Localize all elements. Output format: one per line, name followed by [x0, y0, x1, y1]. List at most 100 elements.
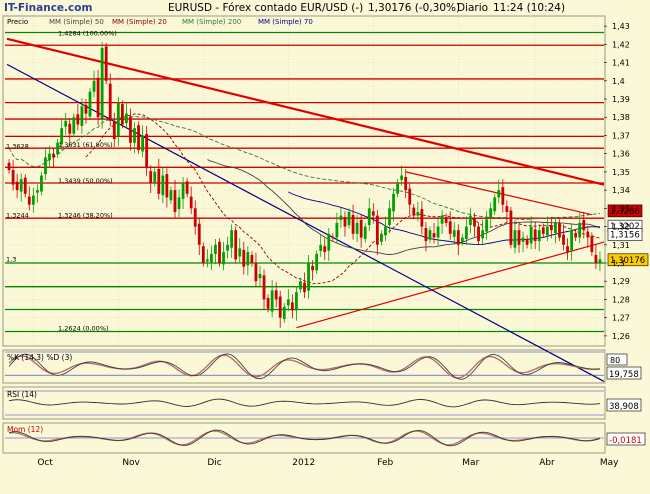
candle-body: [173, 190, 177, 212]
candle-body: [513, 230, 517, 248]
candle-body: [549, 225, 553, 231]
candle-body: [319, 244, 323, 251]
candle-body: [505, 206, 509, 212]
x-tick-label: Nov: [122, 458, 140, 468]
candle-body: [594, 254, 598, 263]
candle-body: [149, 171, 153, 183]
candle-body: [331, 236, 335, 238]
candle-body: [477, 226, 480, 242]
candle-body: [404, 176, 408, 191]
candle-body: [274, 290, 278, 300]
candle-body: [104, 46, 108, 81]
candle-body: [327, 233, 331, 251]
candle-body: [238, 248, 242, 257]
candle-body: [7, 162, 11, 171]
candle-body: [96, 77, 100, 118]
brand-logo: IT-Finance.com: [4, 2, 92, 14]
candle-body: [315, 253, 319, 271]
candle-body: [307, 263, 310, 291]
candle-body: [452, 230, 456, 237]
candle-body: [100, 47, 104, 119]
candle-body: [286, 299, 290, 306]
candle-body: [262, 275, 266, 300]
candle-body: [590, 236, 594, 253]
candle-body: [566, 246, 569, 253]
x-tick-label: 2012: [292, 458, 315, 468]
candle-body: [92, 80, 96, 92]
candle-body: [137, 125, 140, 151]
x-tick-label: Feb: [377, 458, 393, 468]
candle-body: [456, 230, 460, 245]
candle-body: [509, 210, 513, 245]
y-tick-label: 1,31: [612, 241, 630, 250]
candle-body: [218, 241, 221, 263]
y-tick-label: 1,33: [612, 204, 630, 213]
chart-window: 1,4284 (100,00%) 1,3631 (61,80%) 1,3439 (5…: [0, 0, 650, 490]
candle-body: [165, 174, 169, 198]
candle-body: [578, 222, 582, 238]
candle-body: [116, 102, 120, 137]
candle-body: [533, 229, 537, 242]
candle-body: [193, 208, 197, 227]
stoch-value: 19,758: [609, 370, 639, 380]
y-tick-label: 1,29: [612, 277, 630, 286]
candle-body: [537, 230, 541, 242]
candle-body: [242, 249, 246, 267]
candle-body: [40, 175, 43, 192]
price-marker: 1,3156: [610, 231, 640, 241]
candle-body: [355, 222, 359, 234]
y-tick-label: 1,36: [612, 150, 630, 159]
candle-body: [497, 190, 501, 198]
candle-body: [169, 190, 173, 201]
candle-body: [299, 281, 302, 290]
candle-body: [521, 237, 525, 242]
candle-body: [598, 259, 602, 263]
candle-body: [388, 208, 391, 226]
level-label: 1,3: [6, 255, 16, 263]
candle-body: [15, 181, 19, 191]
y-tick-label: 1,38: [612, 113, 630, 122]
y-tick-label: 1,43: [612, 22, 630, 31]
candle-body: [384, 226, 387, 236]
candle-body: [246, 252, 250, 266]
candle-body: [375, 215, 379, 245]
candle-body: [189, 196, 193, 209]
fib-label: 1,4284 (100,00%): [58, 29, 117, 37]
timestamp: 11:24 (10:24): [493, 2, 565, 14]
candle-body: [145, 133, 149, 169]
candle-body: [444, 217, 448, 223]
mom-label: Mom (12): [7, 425, 43, 434]
y-tick-label: 1,4: [612, 77, 625, 86]
rsi-value: 38,908: [609, 402, 639, 412]
y-tick-label: 1,3: [612, 259, 625, 268]
candle-body: [112, 120, 116, 140]
y-tick-label: 1,42: [612, 40, 630, 49]
candle-body: [481, 230, 484, 239]
candle-body: [210, 253, 213, 263]
candle-body: [416, 211, 420, 216]
candle-body: [185, 181, 189, 194]
candle-body: [197, 223, 201, 245]
candle-body: [400, 175, 404, 180]
candle-body: [469, 215, 472, 226]
legend-ma70: MM (Simple) 70: [258, 18, 313, 26]
last-price: 1,30176 (-0,30%): [368, 2, 460, 14]
candle-body: [440, 215, 444, 224]
candle-body: [460, 237, 464, 242]
candle-body: [282, 306, 286, 320]
x-tick-label: May: [600, 458, 619, 468]
y-tick-label: 1,27: [612, 314, 630, 323]
chart-title: EURUSD - Fórex contado EUR/USD (-): [168, 2, 363, 14]
candle-body: [266, 297, 270, 309]
candle-body: [108, 83, 112, 121]
candle-body: [432, 233, 436, 238]
price-chart: 1,4284 (100,00%) 1,3631 (61,80%) 1,3439 (5…: [2, 2, 649, 468]
candle-body: [258, 273, 262, 279]
candle-body: [295, 292, 298, 311]
candle-body: [31, 195, 35, 205]
candle-body: [473, 218, 476, 227]
legend-ma20: MM (Simple) 20: [112, 18, 167, 26]
candle-body: [250, 254, 254, 263]
candle-body: [323, 246, 327, 253]
candle-body: [367, 208, 371, 226]
